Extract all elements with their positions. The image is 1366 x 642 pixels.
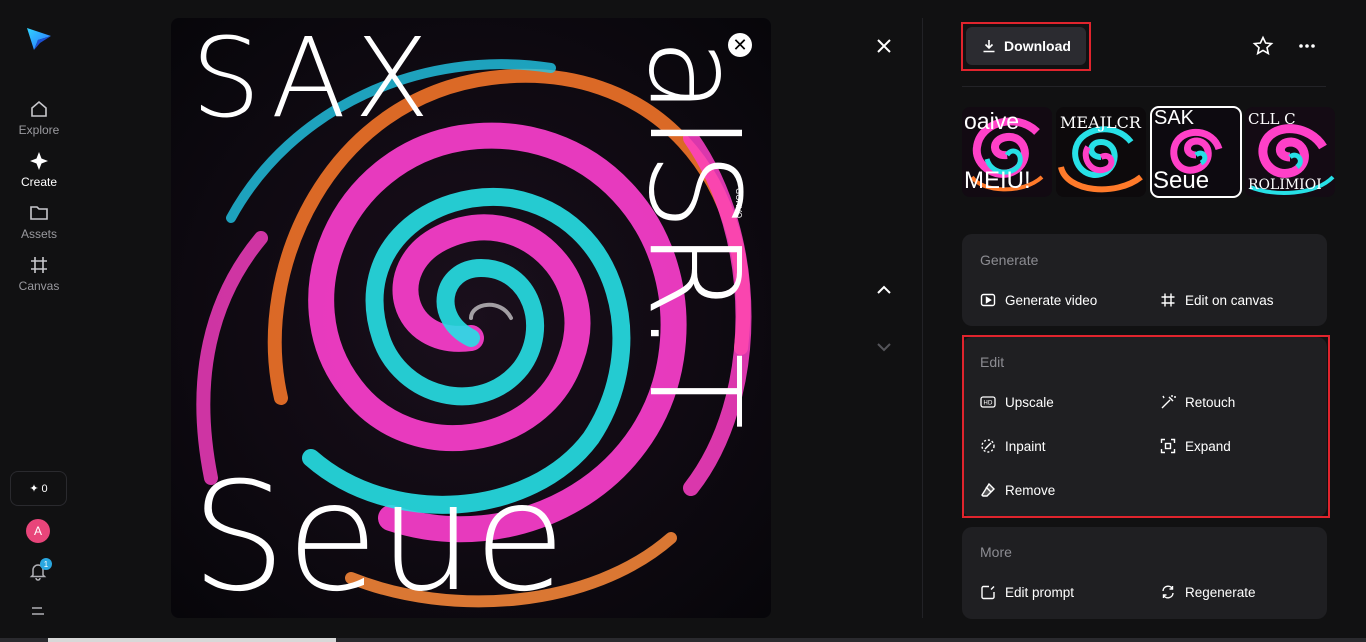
horizontal-scrollbar-thumb[interactable] [48, 638, 336, 642]
thumbnail-4-top-text: CLL C [1248, 110, 1296, 128]
more-title: More [980, 544, 1012, 560]
edit-on-canvas-button[interactable]: Edit on canvas [1160, 292, 1274, 308]
edit-prompt-label: Edit prompt [1005, 584, 1075, 600]
poster-headline-bottom: Seue [191, 451, 566, 618]
credits-count: 0 [41, 482, 48, 495]
thumbnail-1-bottom-text: MEIU! [964, 167, 1031, 194]
more-options-icon[interactable] [1296, 35, 1318, 57]
generate-video-button[interactable]: Generate video [980, 292, 1097, 308]
credits-button[interactable]: ✦ 0 [10, 471, 67, 506]
edit-prompt-button[interactable]: Edit prompt [980, 584, 1074, 600]
sidebar-item-label: Canvas [18, 279, 60, 293]
sidebar-item-canvas[interactable]: Canvas [0, 255, 78, 293]
chevron-up-icon[interactable] [872, 278, 896, 302]
regenerate-icon [1162, 585, 1174, 599]
sidebar-item-create[interactable]: Create [0, 151, 78, 189]
menu-icon[interactable] [29, 603, 47, 619]
sidebar: Explore Create Assets Canvas ✦ 0 A 1 [0, 0, 78, 642]
avatar[interactable]: A [26, 519, 50, 543]
poster-badge-text: GOHVO [734, 188, 743, 219]
generated-image[interactable]: SAX aISR.T Seue ✕ GOHVO [171, 18, 771, 618]
app-root: Explore Create Assets Canvas ✦ 0 A 1 SAX… [0, 0, 1366, 642]
sparkle-small-icon: ✦ [29, 483, 39, 495]
more-card: More Edit prompt Regenerate [962, 527, 1327, 619]
thumbnail-1-top-text: oaive [964, 108, 1019, 134]
poster-headline-right: aISR.T [621, 38, 766, 430]
panel-divider [922, 18, 923, 618]
folder-icon [30, 206, 48, 220]
sidebar-item-label: Explore [18, 123, 60, 137]
home-icon [31, 100, 47, 117]
avatar-letter: A [33, 524, 42, 538]
generate-video-label: Generate video [1005, 292, 1098, 308]
canvas-grid-icon [31, 257, 47, 273]
app-logo-icon[interactable] [25, 26, 53, 52]
edit-highlight-box [962, 335, 1330, 518]
edit-prompt-icon [981, 585, 995, 600]
thumbnail-3-selected[interactable]: SAK Seue [1150, 106, 1242, 198]
notification-badge: 1 [40, 558, 52, 570]
thumbnail-2-top-text: MEAJLCR [1060, 113, 1141, 132]
download-highlight-box [961, 22, 1091, 71]
generate-title: Generate [980, 252, 1039, 268]
thumbnail-1[interactable]: oaive MEIU! [962, 107, 1052, 197]
thumbnail-2[interactable]: MEAJLCR [1056, 107, 1146, 197]
play-video-icon [980, 293, 996, 307]
thumbnail-4-bottom-text: ROLIMIOI [1248, 177, 1322, 193]
regenerate-button[interactable]: Regenerate [1160, 584, 1256, 600]
poster-headline-top: SAX [191, 18, 438, 142]
canvas-grid-icon [1161, 293, 1175, 307]
star-icon[interactable] [1252, 35, 1274, 57]
thumbnail-4[interactable]: CLL C ROLIMIOI [1245, 107, 1335, 197]
close-icon[interactable] [872, 34, 896, 58]
generate-card: Generate Generate video Edit on canvas [962, 234, 1327, 326]
regenerate-label: Regenerate [1185, 584, 1256, 600]
edit-on-canvas-label: Edit on canvas [1185, 292, 1274, 308]
sidebar-item-explore[interactable]: Explore [0, 99, 78, 137]
sparkle-icon [30, 152, 48, 170]
sidebar-item-label: Assets [20, 227, 57, 241]
thumbnail-3-top-text: SAK [1154, 107, 1195, 129]
poster-close-badge: ✕ [728, 33, 752, 57]
thumbnail-3-bottom-text: Seue [1153, 167, 1210, 194]
sidebar-item-assets[interactable]: Assets [0, 203, 78, 241]
sidebar-item-label: Create [20, 175, 58, 189]
chevron-down-icon[interactable] [872, 335, 896, 359]
panel-separator [962, 86, 1326, 87]
